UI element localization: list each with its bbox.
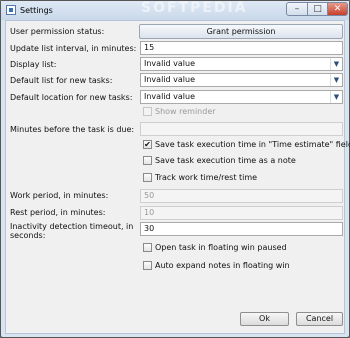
watermark: SOFTPEDIA [141,0,248,16]
display-list-label: Display list: [10,60,57,69]
maximize-button[interactable]: □ [307,2,328,16]
inactivity-label-line1: Inactivity detection timeout, in [10,222,134,231]
minimize-button[interactable]: – [286,2,308,16]
chevron-down-icon[interactable]: ▼ [330,91,342,103]
checkbox-box[interactable] [143,173,152,182]
settings-window: Settings SOFTPEDIA – □ ✕ User permission… [0,0,350,338]
rest-period-field[interactable]: 10 [140,206,343,220]
default-location-value: Invalid value [144,92,195,101]
app-icon [6,5,16,15]
chevron-down-icon[interactable]: ▼ [330,74,342,86]
window-title: Settings [20,6,53,15]
track-work-rest-label: Track work time/rest time [155,173,258,182]
display-list-select[interactable]: Invalid value ▼ [140,57,343,71]
display-list-value: Invalid value [144,59,195,68]
default-location-label: Default location for new tasks: [10,93,133,102]
open-floating-paused-label: Open task in floating win paused [155,243,287,252]
update-interval-field[interactable]: 15 [140,41,343,55]
checkbox-box[interactable] [143,243,152,252]
checkbox-box[interactable] [143,156,152,165]
default-list-select[interactable]: Invalid value ▼ [140,73,343,87]
default-location-select[interactable]: Invalid value ▼ [140,90,343,104]
user-permission-label: User permission status: [10,27,105,36]
update-interval-label: Update list interval, in minutes: [10,44,137,53]
checkbox-box[interactable] [143,107,152,116]
ok-button[interactable]: Ok [240,312,289,326]
show-reminder-label: Show reminder [155,107,216,116]
save-time-note-label: Save task execution time as a note [155,156,296,165]
inactivity-timeout-field[interactable]: 30 [140,222,343,236]
save-time-estimate-label: Save task execution time in "Time estima… [155,140,350,149]
inactivity-label-line2: seconds: [10,231,46,240]
default-list-label: Default list for new tasks: [10,76,113,85]
check-icon[interactable]: ✔ [143,140,152,149]
minutes-before-due-label: Minutes before the task is due: [10,125,135,134]
title-bar: Settings SOFTPEDIA – □ ✕ [1,0,349,20]
auto-expand-notes-label: Auto expand notes in floating win [155,261,290,270]
checkbox-box[interactable] [143,261,152,270]
minutes-before-due-field[interactable] [140,122,343,136]
default-list-value: Invalid value [144,75,195,84]
grant-permission-button[interactable]: Grant permission [139,24,343,39]
work-period-label: Work period, in minutes: [10,191,109,200]
cancel-button[interactable]: Cancel [296,312,343,326]
work-period-field[interactable]: 50 [140,189,343,203]
close-button[interactable]: ✕ [327,2,348,16]
settings-panel: User permission status: Grant permission… [5,20,350,334]
chevron-down-icon[interactable]: ▼ [330,58,342,70]
rest-period-label: Rest period, in minutes: [10,208,106,217]
